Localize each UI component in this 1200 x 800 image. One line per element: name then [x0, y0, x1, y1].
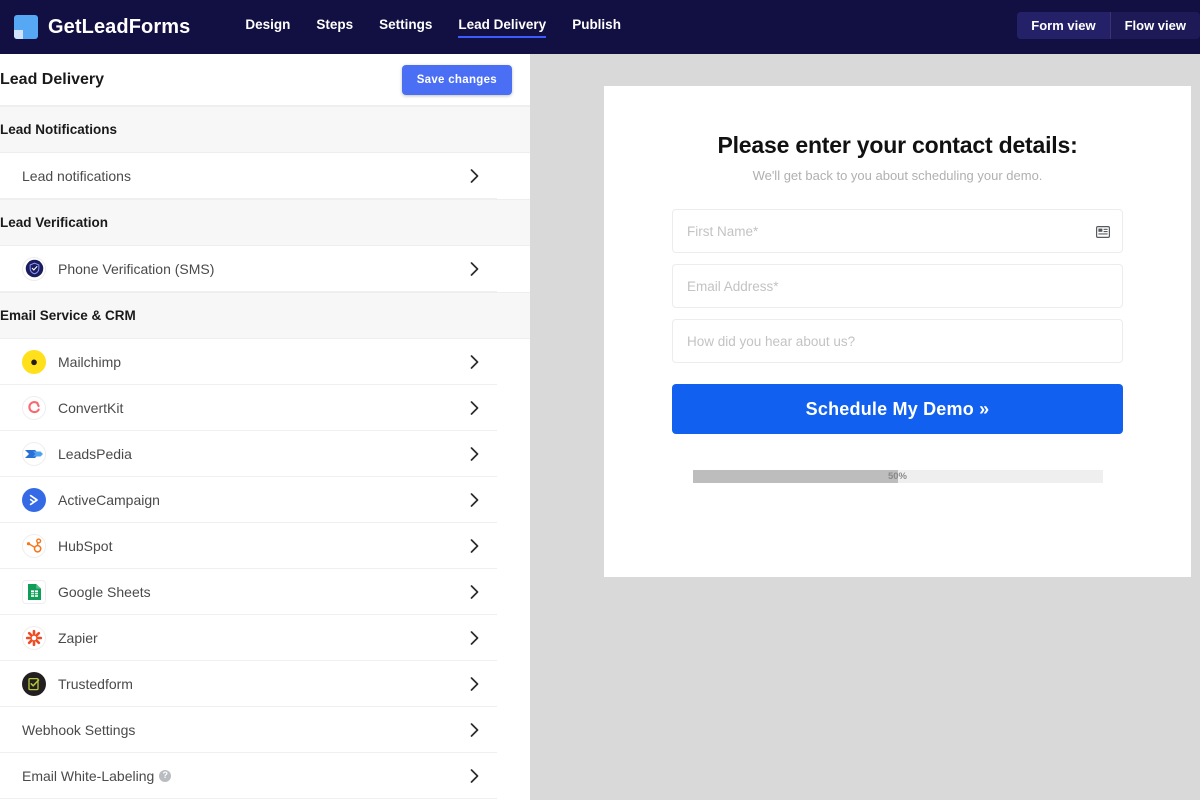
list-item-phone-verification[interactable]: Phone Verification (SMS): [0, 246, 497, 292]
list-item-label: Mailchimp: [58, 354, 466, 370]
first-name-placeholder: First Name*: [687, 224, 758, 239]
chevron-right-icon: [466, 400, 482, 416]
form-title: Please enter your contact details:: [672, 132, 1123, 159]
list-item-hubspot[interactable]: HubSpot: [0, 523, 497, 569]
nav-link-publish[interactable]: Publish: [572, 17, 621, 38]
mailchimp-icon: ●: [22, 350, 46, 374]
list-item-convertkit[interactable]: ConvertKit: [0, 385, 497, 431]
list-item-lead-notifications[interactable]: Lead notifications: [0, 153, 497, 199]
chevron-right-icon: [466, 446, 482, 462]
list-item-webhook-settings[interactable]: Webhook Settings: [0, 707, 497, 753]
list-item-label: LeadsPedia: [58, 446, 466, 462]
brand-name: GetLeadForms: [48, 16, 190, 39]
lead-delivery-panel: Lead Delivery Save changes Lead Notifica…: [0, 54, 530, 800]
activecampaign-icon: [22, 488, 46, 512]
form-preview-area: Please enter your contact details: We'll…: [530, 54, 1200, 800]
chevron-right-icon: [466, 538, 482, 554]
panel-header: Lead Delivery Save changes: [0, 54, 530, 106]
contact-card-icon[interactable]: [1096, 225, 1110, 237]
list-item-label: Lead notifications: [22, 168, 466, 184]
section-header-lead-verification: Lead Verification: [0, 199, 530, 246]
form-view-button[interactable]: Form view: [1017, 12, 1109, 39]
email-address-field[interactable]: Email Address*: [672, 264, 1123, 308]
zapier-icon: [22, 626, 46, 650]
section-header-lead-notifications: Lead Notifications: [0, 106, 530, 153]
how-did-you-hear-placeholder: How did you hear about us?: [687, 334, 855, 349]
chevron-right-icon: [466, 261, 482, 277]
nav-link-lead-delivery[interactable]: Lead Delivery: [458, 17, 546, 38]
chevron-right-icon: [466, 722, 482, 738]
chevron-right-icon: [466, 584, 482, 600]
main-nav: Design Steps Settings Lead Delivery Publ…: [245, 17, 621, 38]
list-item-label: Google Sheets: [58, 584, 466, 600]
hubspot-icon: [22, 534, 46, 558]
progress-bar-label: 50%: [693, 470, 1103, 483]
chevron-right-icon: [466, 354, 482, 370]
list-item-activecampaign[interactable]: ActiveCampaign: [0, 477, 497, 523]
email-address-placeholder: Email Address*: [687, 279, 779, 294]
list-item-label: Webhook Settings: [22, 722, 466, 738]
form-card: Please enter your contact details: We'll…: [604, 86, 1191, 577]
view-toggle: Form view Flow view: [1017, 12, 1200, 39]
top-navbar: GetLeadForms Design Steps Settings Lead …: [0, 0, 1200, 54]
page-title: Lead Delivery: [0, 71, 104, 89]
how-did-you-hear-field[interactable]: How did you hear about us?: [672, 319, 1123, 363]
list-item-label-wrapper: Email White-Labeling ?: [22, 768, 466, 784]
list-item-label: Trustedform: [58, 676, 466, 692]
list-item-zapier[interactable]: Zapier: [0, 615, 497, 661]
brand[interactable]: GetLeadForms: [0, 15, 190, 39]
chevron-right-icon: [466, 768, 482, 784]
list-item-email-white-labeling[interactable]: Email White-Labeling ?: [0, 753, 497, 799]
list-item-label: Phone Verification (SMS): [58, 261, 466, 277]
list-item-label: Zapier: [58, 630, 466, 646]
list-item-label: ConvertKit: [58, 400, 466, 416]
nav-link-steps[interactable]: Steps: [316, 17, 353, 38]
leadspedia-icon: [22, 442, 46, 466]
nav-link-settings[interactable]: Settings: [379, 17, 432, 38]
list-item-label: ActiveCampaign: [58, 492, 466, 508]
shield-check-icon: [22, 257, 46, 281]
flow-view-button[interactable]: Flow view: [1111, 12, 1200, 39]
nav-link-design[interactable]: Design: [245, 17, 290, 38]
chevron-right-icon: [466, 168, 482, 184]
document-square-logo-icon: [14, 15, 38, 39]
save-changes-button[interactable]: Save changes: [402, 65, 512, 95]
chevron-right-icon: [466, 492, 482, 508]
list-item-label: HubSpot: [58, 538, 466, 554]
chevron-right-icon: [466, 676, 482, 692]
first-name-field[interactable]: First Name*: [672, 209, 1123, 253]
list-item-label: Email White-Labeling: [22, 768, 154, 784]
google-sheets-icon: [22, 580, 46, 604]
form-subtitle: We'll get back to you about scheduling y…: [672, 168, 1123, 183]
help-icon[interactable]: ?: [159, 770, 171, 782]
list-item-google-sheets[interactable]: Google Sheets: [0, 569, 497, 615]
schedule-demo-button[interactable]: Schedule My Demo »: [672, 384, 1123, 434]
list-item-mailchimp[interactable]: ● Mailchimp: [0, 339, 497, 385]
progress-bar: 50%: [693, 470, 1103, 483]
chevron-right-icon: [466, 630, 482, 646]
convertkit-icon: [22, 396, 46, 420]
section-header-email-service-crm: Email Service & CRM: [0, 292, 530, 339]
trustedform-icon: [22, 672, 46, 696]
list-item-leadspedia[interactable]: LeadsPedia: [0, 431, 497, 477]
list-item-trustedform[interactable]: Trustedform: [0, 661, 497, 707]
